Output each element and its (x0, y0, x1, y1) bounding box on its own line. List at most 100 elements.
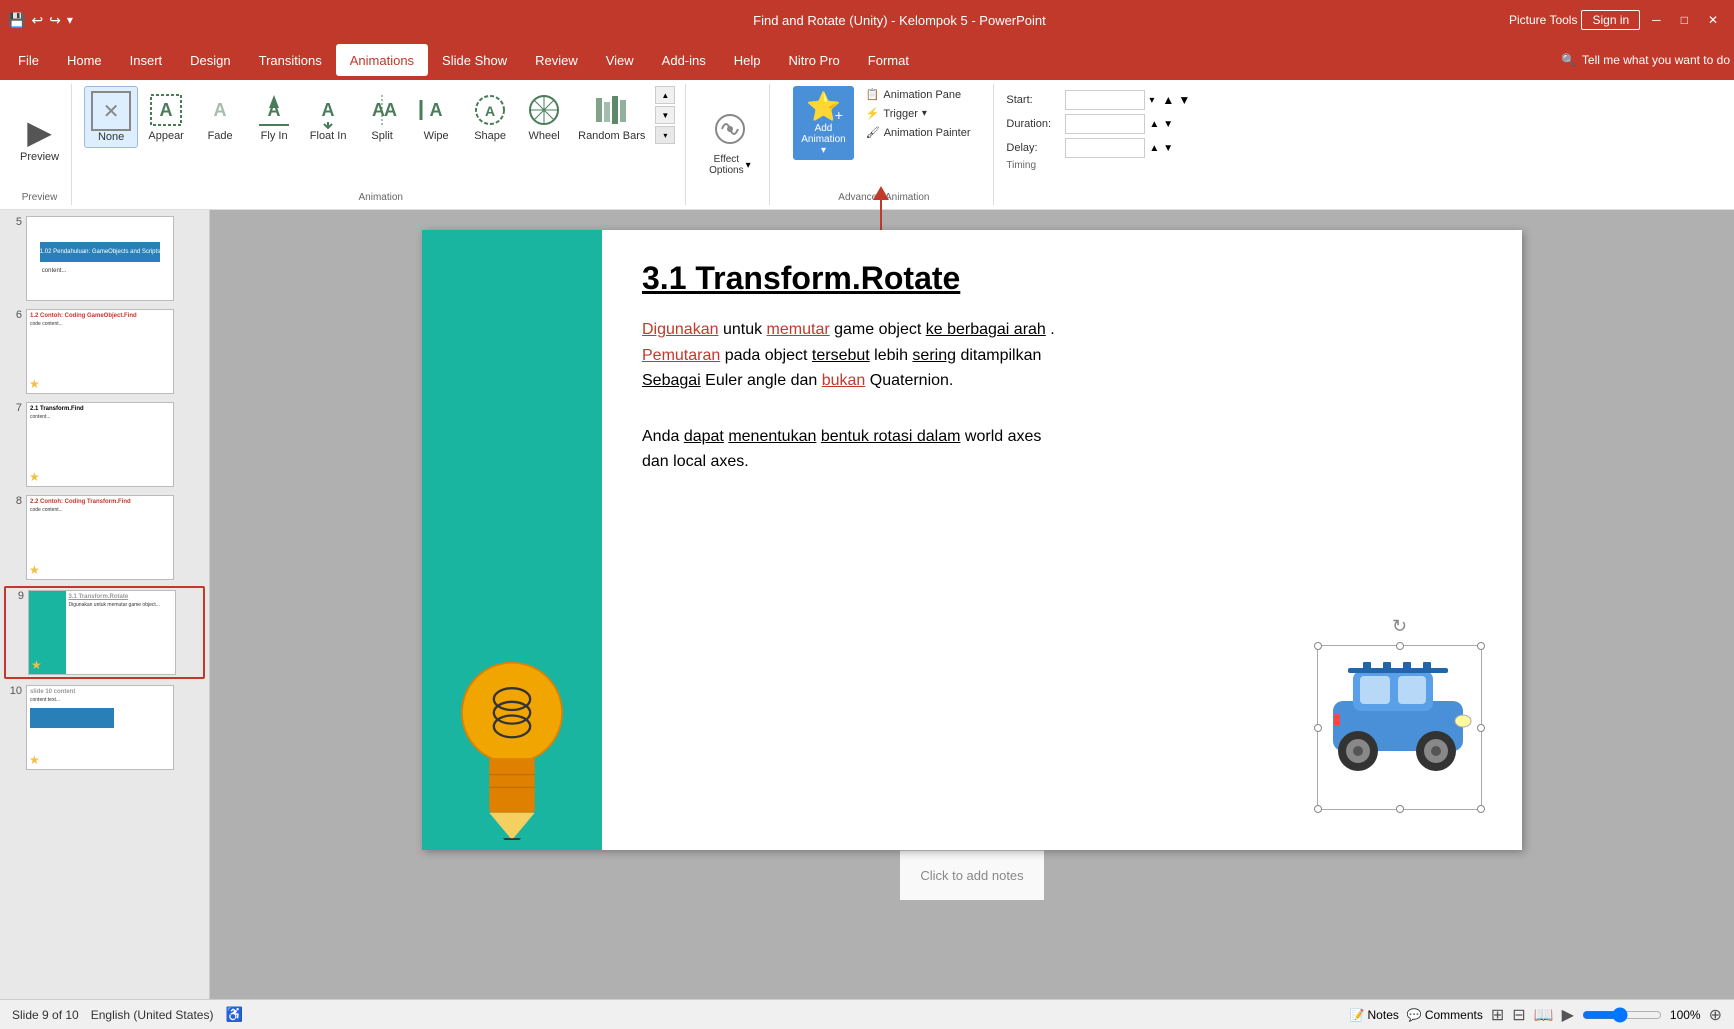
handle-mr[interactable] (1477, 724, 1485, 732)
rotate-handle[interactable]: ↻ (1392, 616, 1407, 637)
duration-input[interactable] (1065, 114, 1145, 134)
effect-options-button[interactable]: EffectOptions ▾ (701, 107, 759, 180)
start-label: Start: (1006, 94, 1061, 106)
redo-icon[interactable]: ↪ (49, 12, 61, 29)
animation-painter-icon: 🖌 (866, 126, 880, 139)
anim-fly-in[interactable]: A Fly In (248, 86, 300, 146)
anim-shape[interactable]: A Shape (464, 86, 516, 146)
save-icon[interactable]: 💾 (8, 12, 25, 29)
slide-thumb-9[interactable]: 9 3.1 Transform.Rotate Digunakan untuk m… (4, 586, 205, 679)
minimize-button[interactable]: ─ (1644, 13, 1669, 27)
menu-file[interactable]: File (4, 44, 53, 76)
slide-img-7: 2.1 Transform.Find content... ★ (26, 402, 174, 487)
anim-wipe[interactable]: A Wipe (410, 86, 462, 146)
slide-thumb-7[interactable]: 7 2.1 Transform.Find content... ★ (4, 400, 205, 489)
delay-down-icon[interactable]: ▼ (1163, 143, 1173, 154)
body-text-ke: ke berbagai arah (926, 321, 1046, 338)
reorder-down-icon[interactable]: ▼ (1178, 93, 1190, 107)
menu-animations[interactable]: Animations (336, 44, 428, 76)
star-badge-10: ★ (29, 753, 40, 767)
notes-button[interactable]: 📝 Notes (1350, 1008, 1399, 1022)
animation-pane-button[interactable]: 📋 Animation Pane (862, 86, 975, 103)
body-text-game: game object (834, 321, 926, 338)
slide-main[interactable]: 3.1 Transform.Rotate Digunakan untuk mem… (422, 230, 1522, 850)
anim-none[interactable]: ✕ None (84, 86, 138, 148)
click-to-add-notes[interactable]: Click to add notes (920, 868, 1023, 883)
menu-insert[interactable]: Insert (116, 44, 177, 76)
scroll-more-arrow[interactable]: ▾ (655, 126, 675, 144)
trigger-button[interactable]: ⚡ Trigger ▾ (862, 105, 975, 122)
notes-area[interactable]: Click to add notes (900, 850, 1043, 900)
sign-in-button[interactable]: Sign in (1581, 10, 1640, 30)
anim-wheel[interactable]: Wheel (518, 86, 570, 146)
accessibility-icon[interactable]: ♿ (225, 1006, 242, 1023)
menu-review[interactable]: Review (521, 44, 592, 76)
preview-button[interactable]: ▶ Preview (16, 109, 63, 167)
handle-bm[interactable] (1396, 805, 1404, 813)
duration-down-icon[interactable]: ▼ (1163, 119, 1173, 130)
fit-slide-icon[interactable]: ⊕ (1709, 1005, 1722, 1025)
slide-content-area: 3.1 Transform.Rotate Digunakan untuk mem… (210, 210, 1734, 999)
svg-text:A: A (160, 100, 173, 120)
view-normal-icon[interactable]: ⊞ (1491, 1005, 1504, 1025)
delay-up-icon[interactable]: ▲ (1149, 143, 1159, 154)
wheel-icon (524, 90, 564, 130)
slide-body-2: Anda dapat menentukan bentuk rotasi dala… (642, 424, 1482, 475)
view-reading-icon[interactable]: 📖 (1534, 1005, 1554, 1025)
zoom-level: 100% (1670, 1008, 1701, 1022)
anim-random-bars[interactable]: Random Bars (572, 86, 651, 146)
anim-fade[interactable]: A Fade (194, 86, 246, 146)
handle-ml[interactable] (1314, 724, 1322, 732)
anim-float-in[interactable]: A Float In (302, 86, 354, 146)
menu-slideshow[interactable]: Slide Show (428, 44, 521, 76)
menu-format[interactable]: Format (854, 44, 923, 76)
body-text-untuk: untuk (723, 321, 767, 338)
animation-painter-button[interactable]: 🖌 Animation Painter (862, 124, 975, 141)
maximize-button[interactable]: □ (1673, 13, 1696, 27)
duration-up-icon[interactable]: ▲ (1149, 119, 1159, 130)
preview-label: Preview (20, 151, 59, 163)
slide-num-9: 9 (8, 590, 24, 602)
anim-appear[interactable]: A Appear (140, 86, 192, 146)
menu-addins[interactable]: Add-ins (648, 44, 720, 76)
handle-br[interactable] (1477, 805, 1485, 813)
car-container[interactable]: ↻ (1317, 645, 1482, 810)
slide-thumb-8[interactable]: 8 2.2 Contoh: Coding Transform.Find code… (4, 493, 205, 582)
anim-split[interactable]: AA Split (356, 86, 408, 146)
svg-text:A: A (430, 100, 443, 120)
view-slideshow-icon[interactable]: ▶ (1562, 1005, 1574, 1025)
view-slide-sorter-icon[interactable]: ⊟ (1512, 1005, 1525, 1025)
menu-nitropro[interactable]: Nitro Pro (775, 44, 854, 76)
comments-button[interactable]: 💬 Comments (1407, 1008, 1483, 1022)
document-title: Find and Rotate (Unity) - Kelompok 5 - P… (73, 13, 1726, 28)
menu-help[interactable]: Help (720, 44, 775, 76)
handle-tl[interactable] (1314, 642, 1322, 650)
start-dropdown-icon[interactable]: ▾ (1149, 95, 1154, 106)
slide-thumb-6[interactable]: 6 1.2 Contoh: Coding GameObject.Find cod… (4, 307, 205, 396)
delay-input[interactable] (1065, 138, 1145, 158)
scroll-up-arrow[interactable]: ▲ (655, 86, 675, 104)
menu-view[interactable]: View (592, 44, 648, 76)
undo-icon[interactable]: ↩ (31, 12, 43, 29)
menu-design[interactable]: Design (176, 44, 244, 76)
main-area: 5 1.02 Pendahuluan: GameObjects and Scri… (0, 210, 1734, 999)
zoom-slider[interactable] (1582, 1007, 1662, 1023)
slide-thumb-5[interactable]: 5 1.02 Pendahuluan: GameObjects and Scri… (4, 214, 205, 303)
scroll-down-arrow[interactable]: ▼ (655, 106, 675, 124)
picture-tools-label: Picture Tools (1509, 13, 1577, 27)
slide-thumb-10[interactable]: 10 slide 10 content content text... ★ (4, 683, 205, 772)
handle-bl[interactable] (1314, 805, 1322, 813)
add-animation-button[interactable]: ⭐ + AddAnimation ▾ (793, 86, 853, 160)
close-button[interactable]: ✕ (1700, 13, 1726, 27)
body-text-lebih: lebih (874, 347, 912, 364)
reorder-up-icon[interactable]: ▲ (1162, 93, 1174, 107)
menu-home[interactable]: Home (53, 44, 116, 76)
handle-tm[interactable] (1396, 642, 1404, 650)
slide-num-6: 6 (6, 309, 22, 321)
animation-scroll-arrows[interactable]: ▲ ▼ ▾ (653, 86, 677, 144)
comments-label: Comments (1425, 1008, 1483, 1022)
start-input[interactable] (1065, 90, 1145, 110)
title-bar-controls[interactable]: 💾 ↩ ↪ ▾ (8, 12, 73, 29)
handle-tr[interactable] (1477, 642, 1485, 650)
menu-transitions[interactable]: Transitions (245, 44, 336, 76)
